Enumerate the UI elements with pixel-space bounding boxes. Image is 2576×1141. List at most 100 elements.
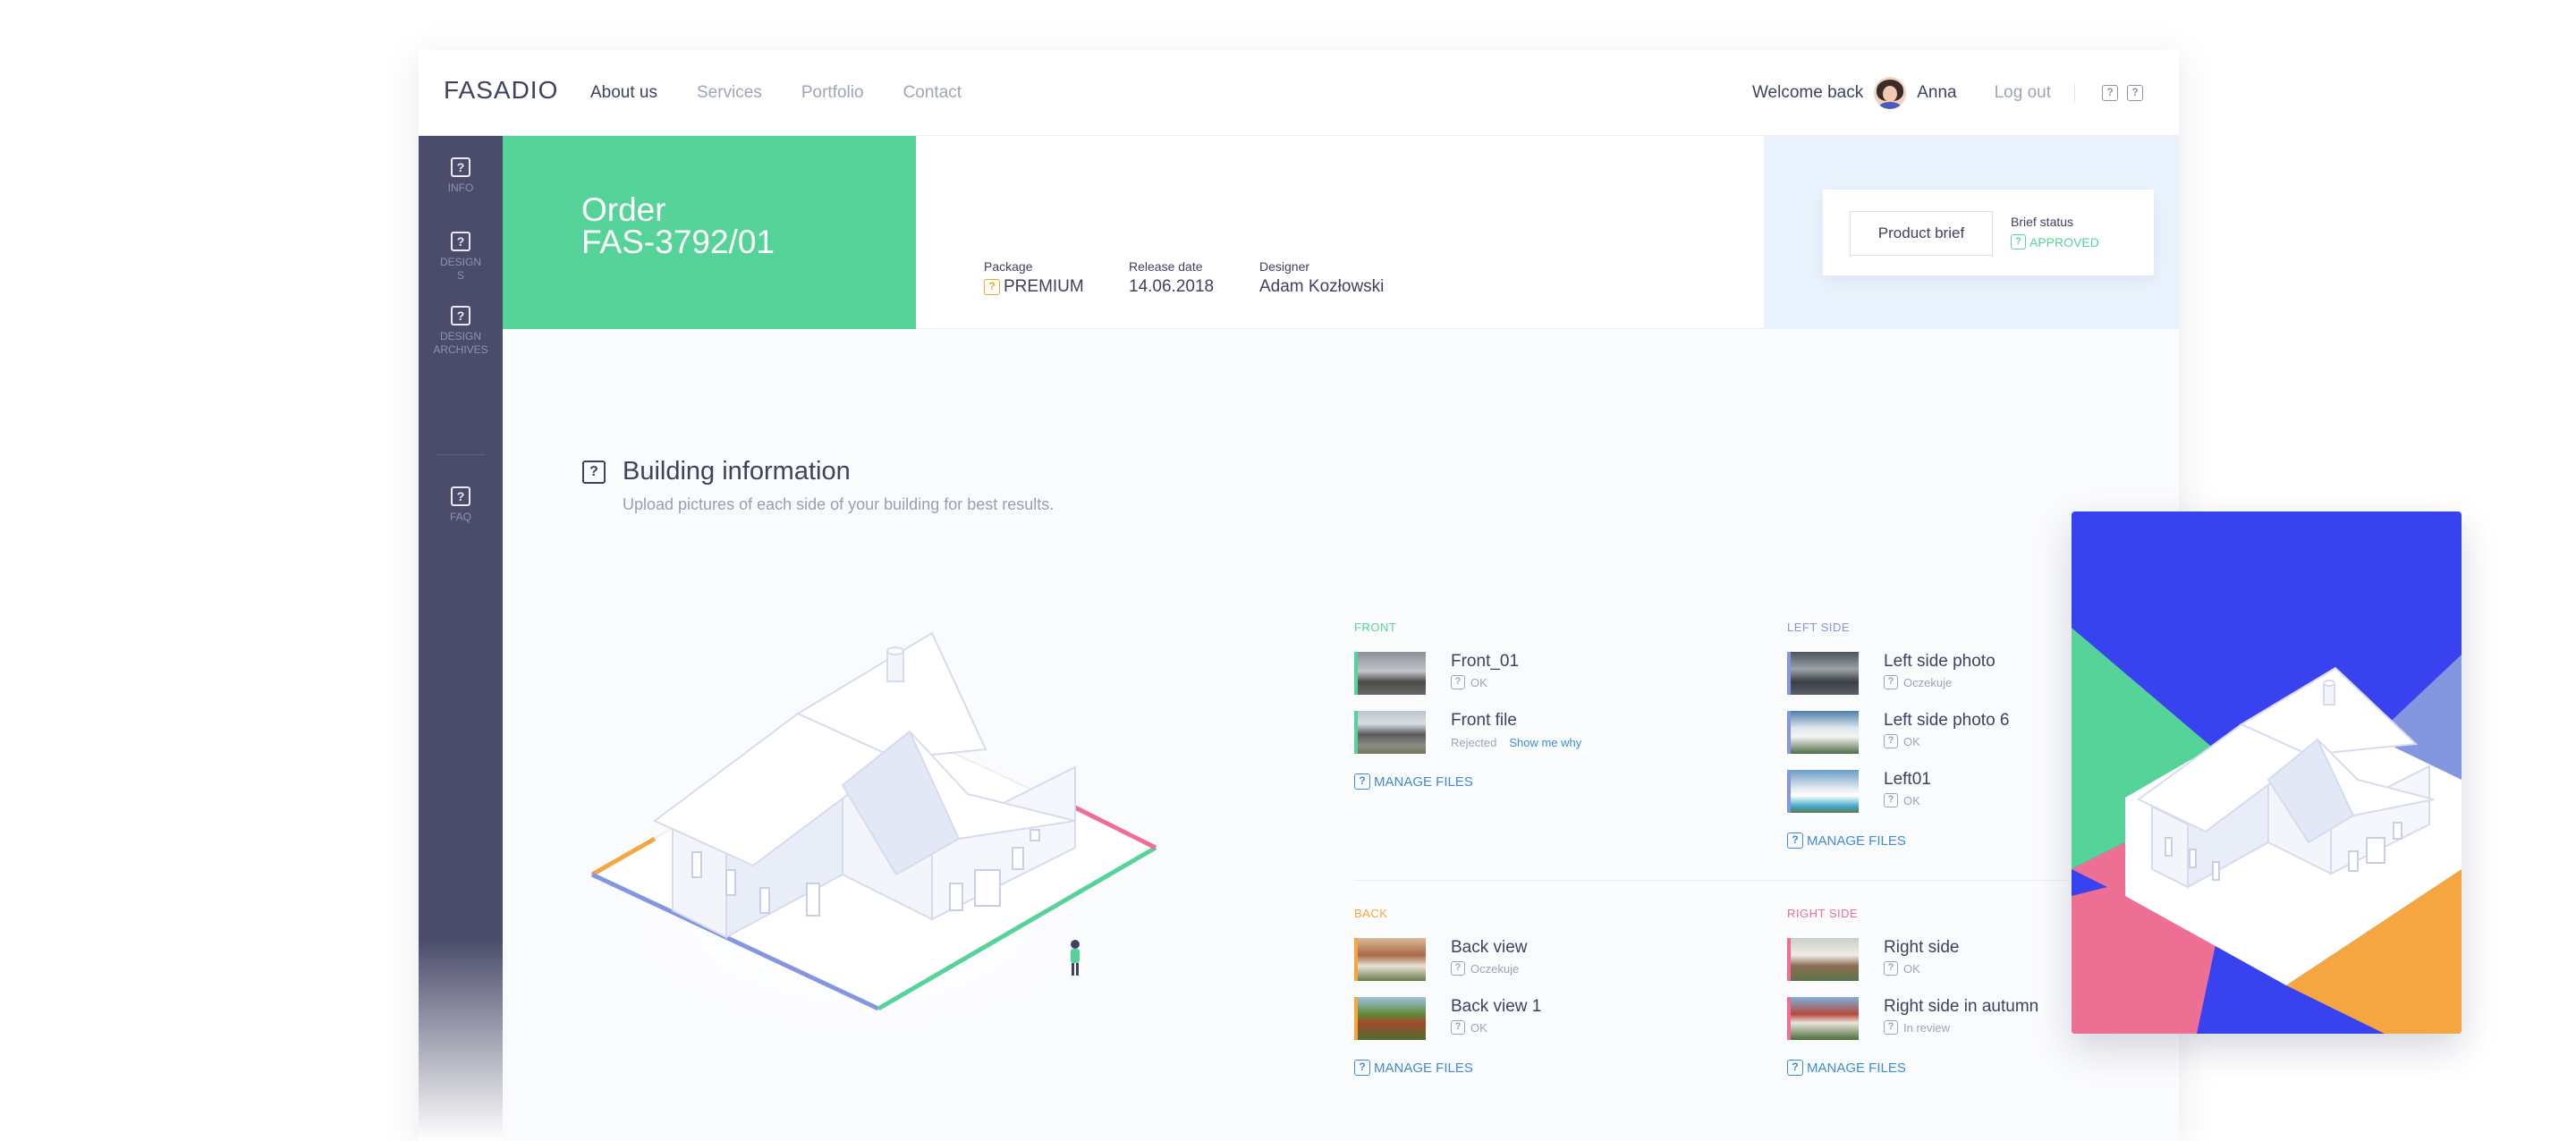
file-name[interactable]: Front file <box>1451 711 1581 731</box>
package-label: Package <box>984 259 1033 274</box>
file-name[interactable]: Right side <box>1884 938 1960 958</box>
sidebar-item-label: INFO <box>447 182 474 194</box>
brief-status-value: APPROVED <box>2029 234 2099 249</box>
package-value: PREMIUM <box>1004 277 1084 296</box>
product-brief-button[interactable]: Product brief <box>1850 211 1993 256</box>
file-thumbnail[interactable] <box>1354 938 1426 981</box>
folder-icon: ? <box>1354 773 1370 790</box>
manage-files-label: MANAGE FILES <box>1374 773 1473 790</box>
file-thumbnail[interactable] <box>1354 652 1426 695</box>
order-meta: Package ? PREMIUM Release date 14.06.2018… <box>916 136 1764 329</box>
file-status: Oczekuje <box>1470 961 1520 976</box>
status-icon: ? <box>1884 1020 1898 1035</box>
file-thumbnail[interactable] <box>1354 997 1426 1040</box>
back-group-title: BACK <box>1354 907 1388 920</box>
folder-icon: ? <box>1787 1060 1803 1076</box>
brief-card: Product brief Brief status ? APPROVED <box>1823 190 2154 275</box>
house-illustration <box>574 631 1158 1044</box>
logout-link[interactable]: Log out <box>1995 83 2075 103</box>
brief-status: Brief status ? APPROVED <box>2011 215 2099 249</box>
sidebar-divider <box>436 454 485 455</box>
faq-icon: ? <box>451 486 470 506</box>
user-name[interactable]: Anna <box>1917 83 1956 103</box>
info-icon: ? <box>451 157 470 177</box>
file-status: Rejected <box>1451 736 1497 749</box>
file-thumbnail[interactable] <box>1787 770 1859 813</box>
file-status: OK <box>1470 1020 1487 1035</box>
sidebar-item-info[interactable]: ? INFO <box>419 157 503 195</box>
status-icon: ? <box>1884 961 1898 976</box>
file-name[interactable]: Back view 1 <box>1451 997 1541 1017</box>
manage-files-front[interactable]: ? MANAGE FILES <box>1354 773 1730 790</box>
back-files-group: BACK Back view ? Oczekuje Back view 1 ? OK… <box>1354 907 1730 1076</box>
brief-status-label: Brief status <box>2011 215 2074 229</box>
app-window: FASADIO About us Services Portfolio Cont… <box>419 50 2179 1141</box>
manage-files-label: MANAGE FILES <box>1807 833 1906 849</box>
file-thumbnail[interactable] <box>1787 997 1859 1040</box>
file-thumbnail[interactable] <box>1787 938 1859 981</box>
approved-icon: ? <box>2011 234 2026 249</box>
user-avatar[interactable] <box>1874 77 1907 109</box>
release-date-field: Release date 14.06.2018 <box>1129 259 1214 297</box>
archive-icon: ? <box>451 306 470 325</box>
designer-label: Designer <box>1259 259 1310 274</box>
brief-panel: Product brief Brief status ? APPROVED <box>1764 136 2179 329</box>
file-status: OK <box>1470 675 1487 689</box>
sidebar-item-faq[interactable]: ? FAQ <box>419 486 503 524</box>
file-status: In review <box>1903 1020 1951 1035</box>
sidebar-item-label: FAQ <box>449 511 471 523</box>
file-name[interactable]: Left side photo <box>1884 652 1996 672</box>
notifications-icon[interactable]: ? <box>2102 85 2118 101</box>
nav-contact[interactable]: Contact <box>903 83 962 103</box>
section-title: Building information <box>623 457 851 486</box>
file-thumbnail[interactable] <box>1787 652 1859 695</box>
sidebar-item-design-archives[interactable]: ? DESIGN ARCHIVES <box>419 306 503 357</box>
top-navigation-bar: FASADIO About us Services Portfolio Cont… <box>419 50 2179 136</box>
file-name[interactable]: Back view <box>1451 938 1528 958</box>
manage-files-back[interactable]: ? MANAGE FILES <box>1354 1060 1730 1076</box>
file-name[interactable]: Right side in autumn <box>1884 997 2038 1017</box>
designer-value: Adam Kozłowski <box>1259 277 1385 296</box>
front-group-title: FRONT <box>1354 621 1397 634</box>
status-icon: ? <box>1451 961 1465 976</box>
file-thumbnail[interactable] <box>1354 711 1426 754</box>
nav-about-us[interactable]: About us <box>590 83 657 103</box>
status-icon: ? <box>1884 734 1898 748</box>
file-name[interactable]: Left side photo 6 <box>1884 711 2010 731</box>
order-header: Order FAS-3792/01 <box>503 136 916 329</box>
sidebar: ? INFO ? DESIGNS ? DESIGN ARCHIVES ? FAQ <box>419 136 503 1141</box>
manage-files-label: MANAGE FILES <box>1374 1060 1473 1076</box>
file-status: OK <box>1903 961 1920 976</box>
settings-icon[interactable]: ? <box>2127 85 2143 101</box>
file-status: OK <box>1903 734 1920 748</box>
nav-portfolio[interactable]: Portfolio <box>801 83 864 103</box>
design-preview-card[interactable] <box>2072 511 2462 1034</box>
file-status: Oczekuje <box>1903 675 1953 689</box>
file-row[interactable]: Front file Rejected Show me why <box>1354 711 1730 770</box>
file-row[interactable]: Back view 1 ? OK <box>1354 997 1730 1056</box>
release-date-value: 14.06.2018 <box>1129 277 1215 296</box>
manage-files-right[interactable]: ? MANAGE FILES <box>1787 1060 2163 1076</box>
show-me-why-link[interactable]: Show me why <box>1509 736 1581 749</box>
design-preview-illustration <box>2072 511 2462 1034</box>
status-icon: ? <box>1451 1020 1465 1035</box>
nav-services[interactable]: Services <box>697 83 762 103</box>
sidebar-item-label: DESIGN ARCHIVES <box>433 330 488 356</box>
file-thumbnail[interactable] <box>1787 711 1859 754</box>
front-files-group: FRONT Front_01 ? OK Front file Rejected Sh… <box>1354 621 1730 790</box>
file-name[interactable]: Front_01 <box>1451 652 1519 672</box>
brand-logo[interactable]: FASADIO <box>444 76 558 105</box>
folder-icon: ? <box>1787 833 1803 849</box>
sidebar-item-designs[interactable]: ? DESIGNS <box>419 232 503 283</box>
status-icon: ? <box>1884 675 1898 689</box>
section-subtitle: Upload pictures of each side of your bui… <box>623 495 1055 513</box>
file-status: OK <box>1903 793 1920 807</box>
designer-field: Designer Adam Kozłowski <box>1259 259 1384 297</box>
file-row[interactable]: Front_01 ? OK <box>1354 652 1730 711</box>
main-content: ? Building information Upload pictures o… <box>503 329 2179 1141</box>
premium-icon: ? <box>984 279 1000 295</box>
file-row[interactable]: Back view ? Oczekuje <box>1354 938 1730 997</box>
order-label: Order <box>581 191 666 228</box>
file-name[interactable]: Left01 <box>1884 770 1931 790</box>
sidebar-item-label: DESIGNS <box>439 256 481 282</box>
